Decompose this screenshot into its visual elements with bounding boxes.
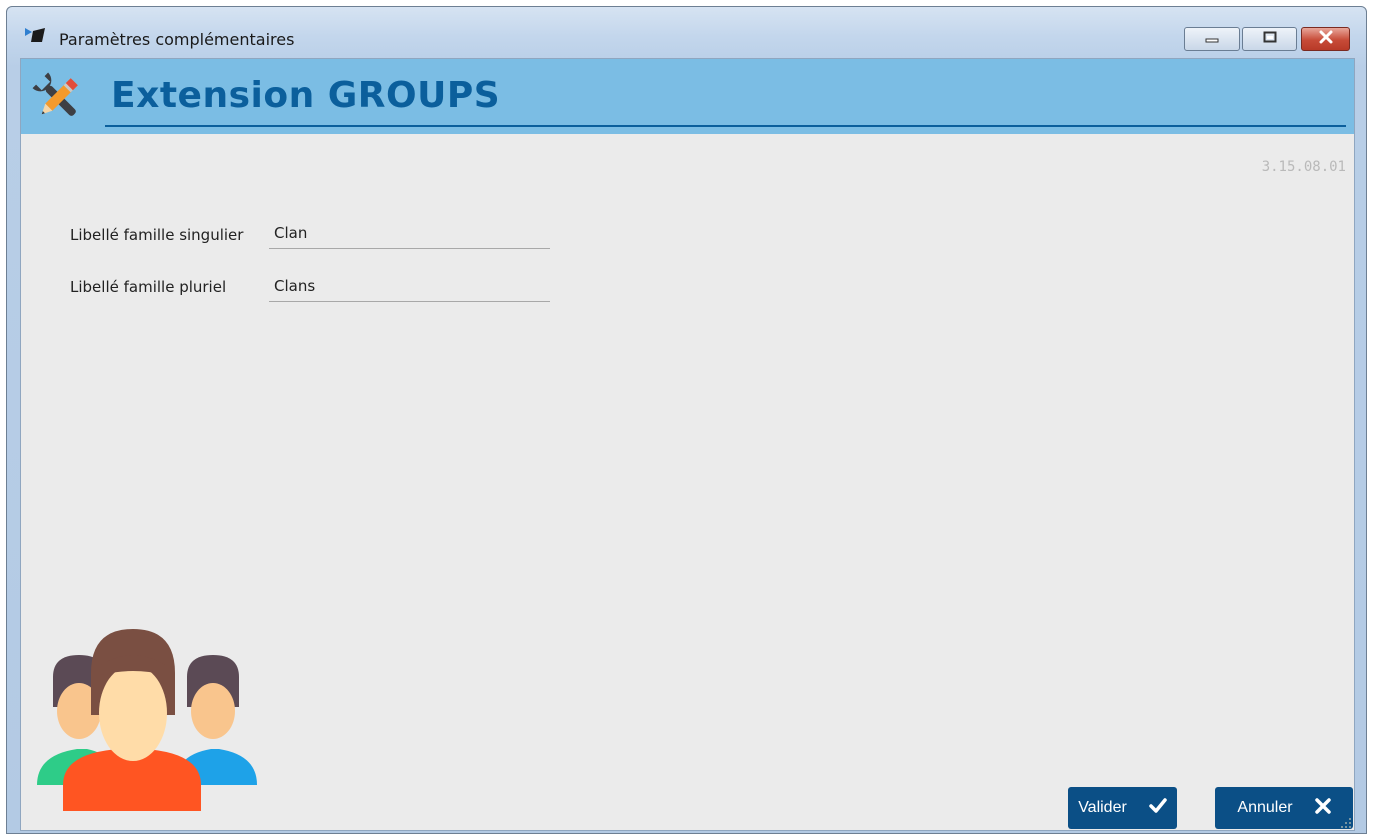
tools-icon [29, 69, 87, 127]
maximize-icon [1263, 30, 1277, 48]
cancel-button[interactable]: Annuler [1215, 787, 1353, 829]
cancel-label: Annuler [1237, 799, 1293, 816]
validate-label: Valider [1078, 799, 1127, 816]
plural-label: Libellé famille pluriel [70, 278, 227, 296]
header-title: Extension GROUPS [111, 75, 501, 116]
singular-input[interactable] [269, 217, 550, 249]
checkmark-icon [1149, 797, 1167, 819]
dialog-body: Extension GROUPS 3.15.08.01 Libellé fami… [20, 58, 1355, 831]
header-underline [105, 125, 1346, 127]
users-group-icon [35, 625, 259, 815]
close-button[interactable] [1301, 27, 1350, 51]
app-logo-icon [25, 27, 47, 43]
resize-grip-icon[interactable] [1340, 816, 1352, 828]
close-icon [1318, 30, 1334, 49]
close-icon [1314, 797, 1331, 819]
singular-label: Libellé famille singulier [70, 226, 244, 244]
minimize-icon [1205, 30, 1219, 48]
plural-input[interactable] [269, 270, 550, 302]
validate-button[interactable]: Valider [1068, 787, 1177, 829]
minimize-button[interactable] [1184, 27, 1240, 51]
header-band: Extension GROUPS [21, 59, 1354, 134]
maximize-button[interactable] [1242, 27, 1297, 51]
window-title: Paramètres complémentaires [59, 30, 295, 49]
dialog-window: Paramètres complémentaires Extension GRO… [6, 6, 1367, 834]
title-bar[interactable]: Paramètres complémentaires [7, 7, 1366, 57]
version-label: 3.15.08.01 [1261, 159, 1346, 175]
